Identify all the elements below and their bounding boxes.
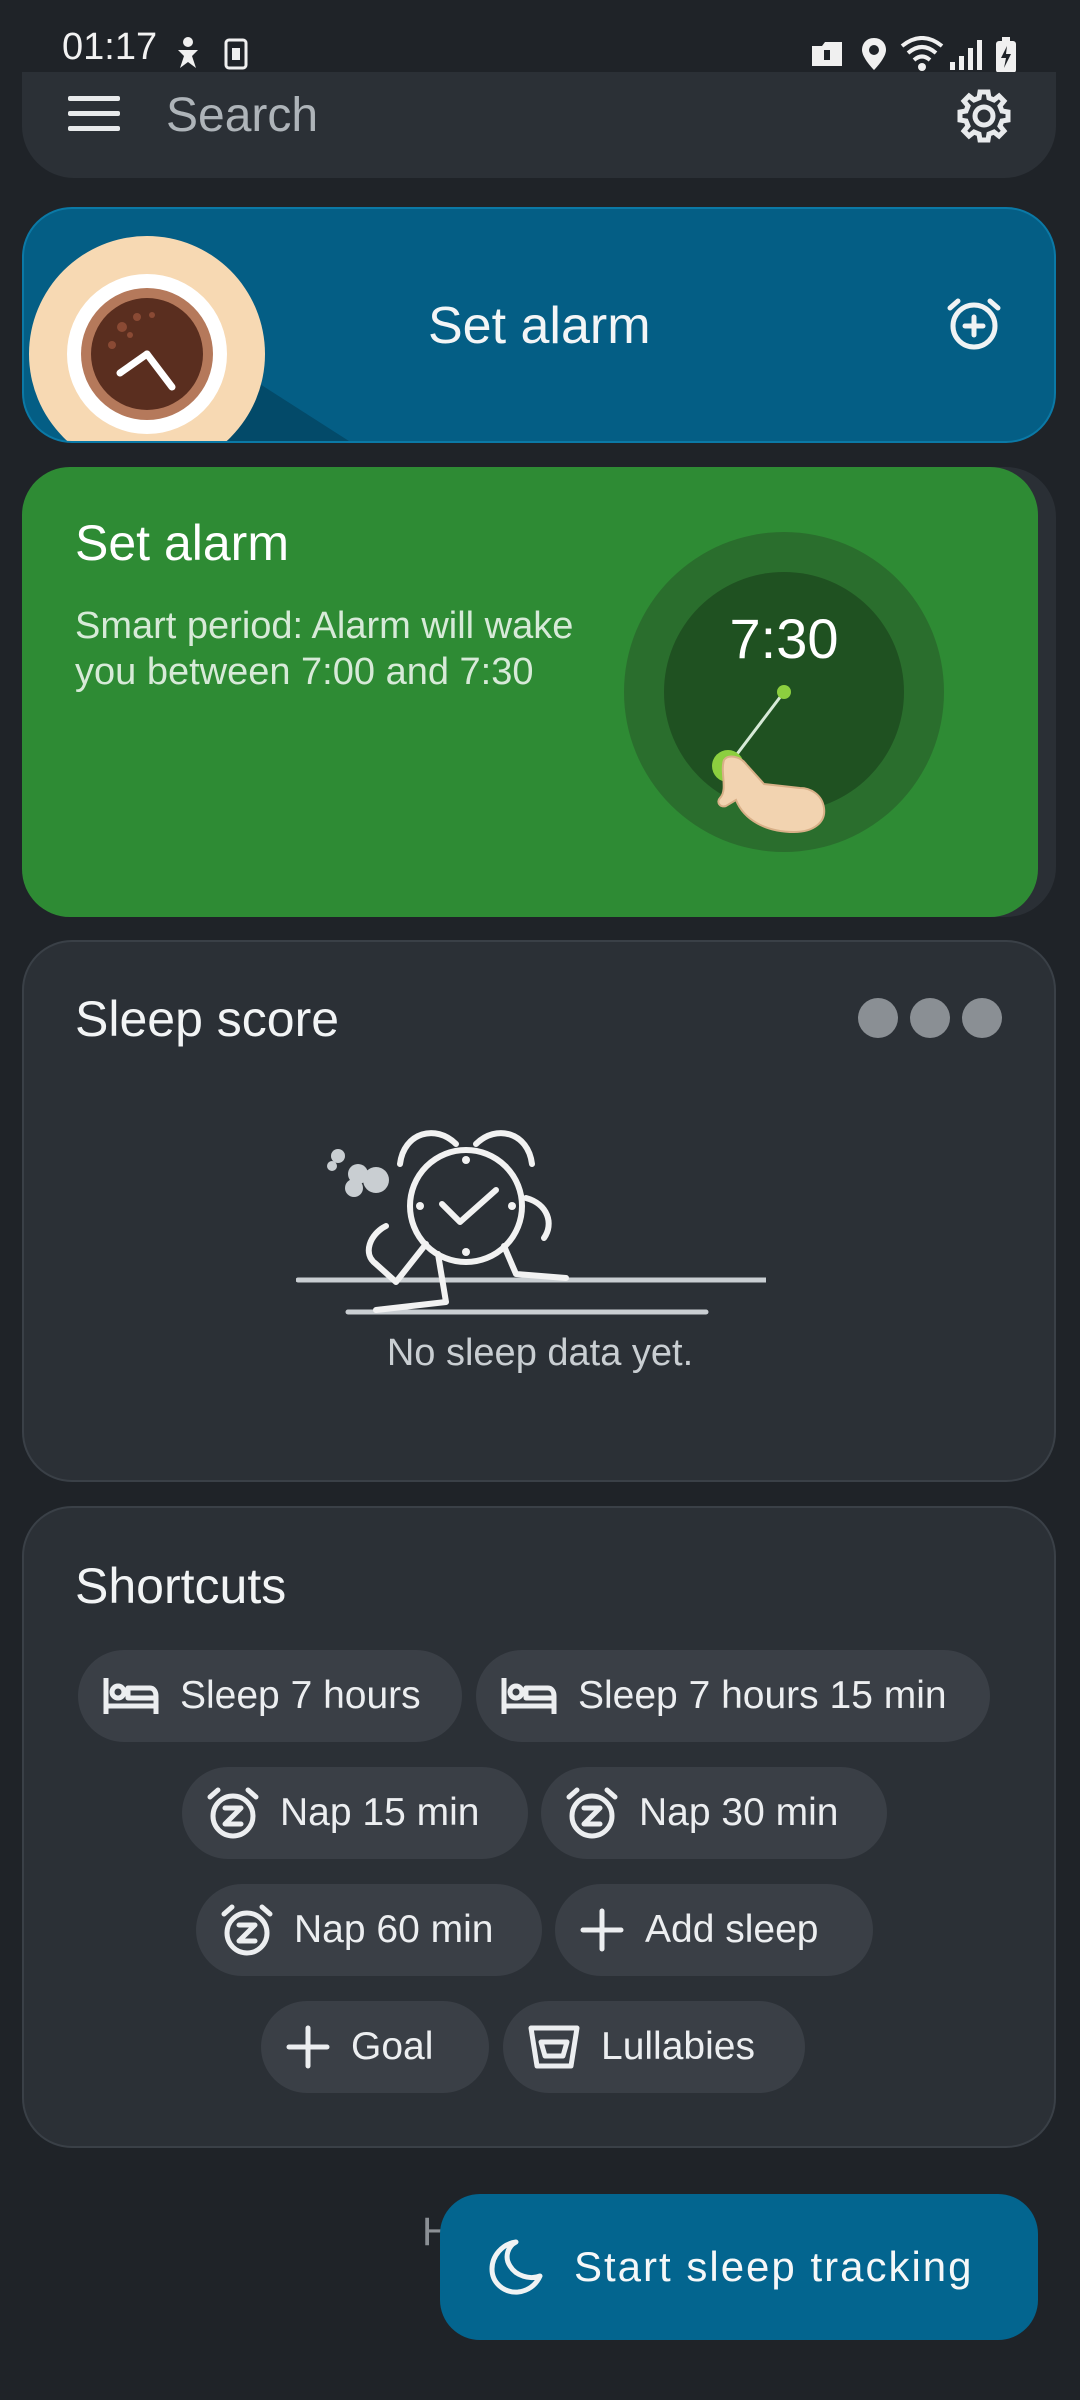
shortcut-lullabies[interactable]: Lullabies [503,2001,805,2093]
alarm-card-title: Set alarm [75,515,289,571]
shortcut-goal[interactable]: Goal [261,2001,489,2093]
status-time: 01:17 [62,26,158,68]
add-alarm-icon[interactable] [946,296,1002,352]
lullaby-icon [528,2025,580,2069]
chip-label: Add sleep [645,1908,819,1951]
signal-icon [950,40,982,70]
running-alarm-clock-illustration [296,1130,766,1315]
chip-label: Lullabies [601,2025,755,2068]
plus-icon [286,2025,330,2069]
moon-icon [489,2239,543,2295]
fab-label: Start sleep tracking [574,2243,974,2290]
chip-label: Nap 60 min [294,1908,494,1951]
accessibility-icon [178,37,198,68]
battery-charging-icon [996,37,1016,73]
pager-dot [962,998,1002,1038]
shortcut-sleep-7h[interactable]: Sleep 7 hours [78,1650,462,1742]
banner-title[interactable]: Set alarm [428,296,651,356]
chip-label: Sleep 7 hours 15 min [578,1674,947,1717]
pager-dot [858,998,898,1038]
chip-label: Goal [351,2025,434,2068]
shortcut-add-sleep[interactable]: Add sleep [555,1884,873,1976]
shortcut-nap-60[interactable]: Nap 60 min [196,1884,542,1976]
settings-gear-icon[interactable] [956,88,1012,144]
chip-label: Sleep 7 hours [180,1674,421,1717]
location-icon [862,38,886,70]
alarm-card-subtitle: Smart period: Alarm will wake you betwee… [75,605,574,693]
search-input[interactable]: Search [166,88,318,143]
no-sleep-data-text: No sleep data yet. [386,1332,694,1374]
start-sleep-tracking-button[interactable]: Start sleep tracking [440,2194,1038,2340]
alarm-dial-illustration [624,532,944,852]
sim-icon [224,38,248,70]
shortcuts-title: Shortcuts [75,1558,287,1614]
chip-label: Nap 15 min [280,1791,480,1834]
snooze-alarm-icon [566,1787,618,1839]
shortcut-sleep-7h-15m[interactable]: Sleep 7 hours 15 min [476,1650,990,1742]
bed-icon [501,1678,557,1714]
wifi-icon [900,36,944,71]
plus-icon [580,1908,624,1952]
menu-icon[interactable] [68,96,120,132]
snooze-alarm-icon [221,1904,273,1956]
notification-icon [812,42,842,66]
shortcut-nap-30[interactable]: Nap 30 min [541,1767,887,1859]
chip-label: Nap 30 min [639,1791,839,1834]
bed-icon [103,1678,159,1714]
alarm-dial-time: 7:30 [729,607,839,670]
snooze-alarm-icon [207,1787,259,1839]
sleep-score-title: Sleep score [75,991,340,1047]
pager-dot [910,998,950,1038]
shortcut-nap-15[interactable]: Nap 15 min [182,1767,528,1859]
